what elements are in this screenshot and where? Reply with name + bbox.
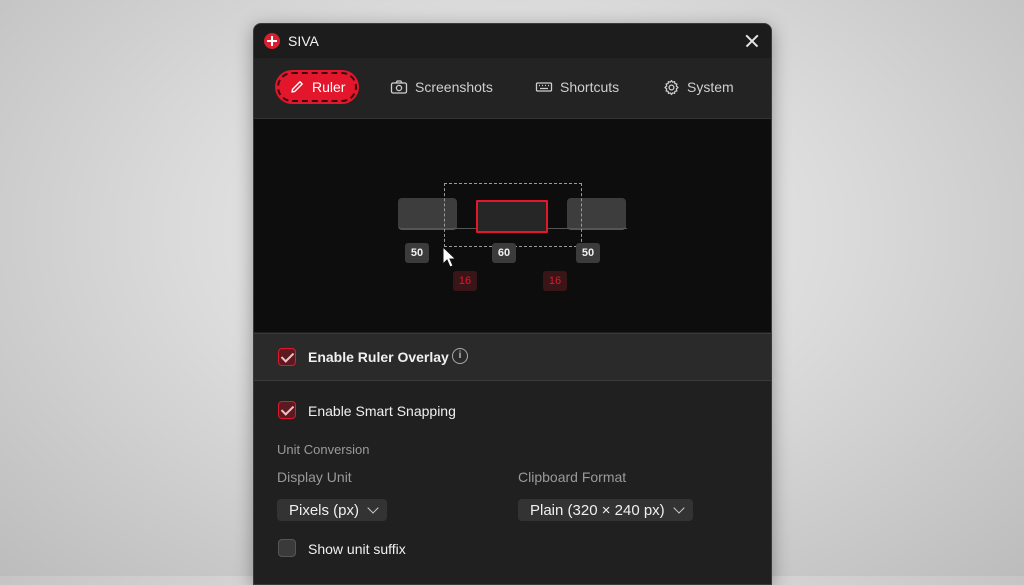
enable-smart-snapping-label: Enable Smart Snapping	[308, 403, 456, 419]
gap-label-right: 16	[543, 271, 567, 291]
tab-screenshots[interactable]: Screenshots	[390, 70, 493, 104]
title-bar: SIVA	[254, 24, 771, 58]
tab-bar: Ruler Screenshots Shortcuts System	[254, 58, 771, 119]
info-icon[interactable]: i	[452, 348, 468, 364]
gear-icon	[663, 79, 680, 96]
tab-label: Screenshots	[415, 79, 493, 95]
tab-shortcuts[interactable]: Shortcuts	[535, 70, 619, 104]
display-unit-dropdown[interactable]: Pixels (px)	[277, 499, 388, 521]
enable-ruler-overlay-checkbox[interactable]	[278, 348, 296, 366]
tab-ruler[interactable]: Ruler	[275, 70, 360, 104]
clipboard-format-value: Plain (320 × 240 px)	[530, 501, 665, 519]
display-unit-label: Display Unit	[277, 469, 352, 485]
settings-window: SIVA Ruler Screenshots Shortcuts System …	[253, 23, 772, 585]
unit-conversion-heading: Unit Conversion	[277, 442, 370, 457]
clipboard-format-dropdown[interactable]: Plain (320 × 240 px)	[518, 499, 693, 521]
measure-label-right: 50	[576, 243, 600, 263]
enable-ruler-overlay-row: Enable Ruler Overlay i	[254, 333, 771, 381]
window-title: SIVA	[288, 33, 319, 49]
mouse-cursor-icon	[442, 245, 458, 275]
camera-icon	[390, 79, 408, 95]
display-unit-value: Pixels (px)	[289, 501, 360, 519]
tab-label: Shortcuts	[560, 79, 620, 95]
tab-label: Ruler	[312, 79, 346, 95]
chevron-down-icon	[367, 502, 379, 514]
keyboard-icon	[535, 79, 553, 95]
enable-ruler-overlay-label: Enable Ruler Overlay	[308, 349, 449, 365]
measure-label-center: 60	[492, 243, 516, 263]
enable-smart-snapping-checkbox[interactable]	[278, 401, 296, 419]
clipboard-format-label: Clipboard Format	[518, 469, 627, 485]
measure-label-left: 50	[405, 243, 429, 263]
show-unit-suffix-checkbox[interactable]	[278, 539, 296, 557]
app-logo-icon	[264, 33, 280, 49]
ruler-preview: 50 60 50 16 16	[254, 119, 771, 332]
chevron-down-icon	[673, 502, 685, 514]
pencil-icon	[289, 79, 305, 95]
tab-system[interactable]: System	[663, 70, 734, 104]
show-unit-suffix-label: Show unit suffix	[308, 541, 406, 557]
close-button[interactable]	[741, 30, 763, 52]
tab-label: System	[687, 79, 734, 95]
selection-rectangle	[444, 183, 582, 247]
